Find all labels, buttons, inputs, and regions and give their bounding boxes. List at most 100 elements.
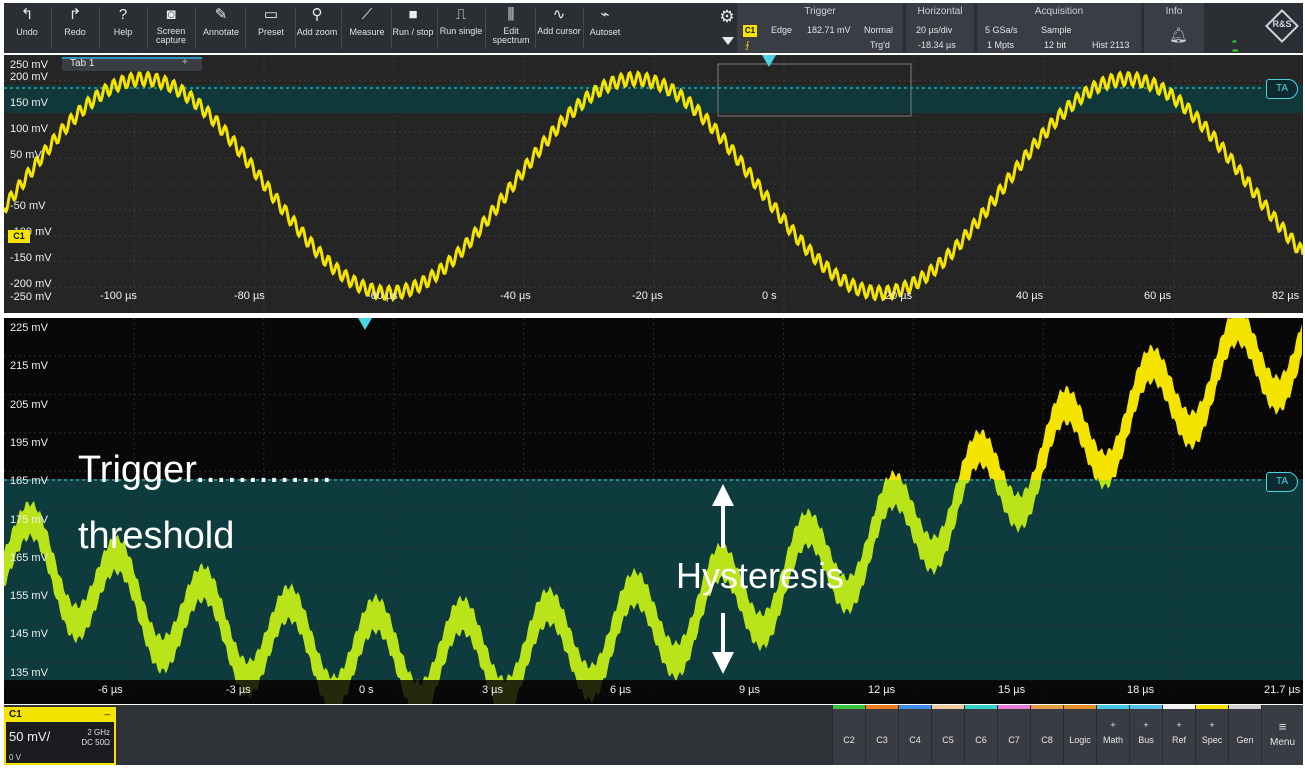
channel-c1-header: C1 _ (6, 705, 114, 722)
add-icon: + (1143, 720, 1149, 730)
acquisition-header: Acquisition (1034, 6, 1084, 17)
channel-button-bus[interactable]: + Bus (1129, 705, 1162, 765)
channel-color-bar (833, 705, 865, 709)
zoom-x-tick-label: -6 µs (98, 684, 123, 696)
help-icon: ? (118, 6, 128, 23)
edit-spectrum-button[interactable]: ⫼ Edit spectrum (488, 3, 534, 53)
channel-button-label: Spec (1201, 735, 1223, 745)
toolbar-button-label: Run single (439, 26, 483, 36)
undo-button[interactable]: ↰ Undo (4, 3, 50, 53)
trigger-state: Trg'd (870, 40, 890, 50)
screen-capture-button[interactable]: ◙ Screen capture (148, 3, 194, 53)
channel-button-c3[interactable]: C3 (865, 705, 898, 765)
channel-button-c6[interactable]: C6 (964, 705, 997, 765)
acquisition-bits: 12 bit (1044, 40, 1067, 50)
zoom-trigger-position-marker (358, 318, 372, 330)
measure-button[interactable]: ⟋ Measure (344, 3, 390, 53)
zoom-x-tick-label: 0 s (359, 684, 374, 696)
channel-button-math[interactable]: + Math (1096, 705, 1129, 765)
overview-diagram[interactable]: Tab 1 + 250 mV 200 mV 150 mV 100 mV 50 mV -50… (4, 55, 1303, 313)
preset-button[interactable]: ▭ Preset (248, 3, 294, 53)
run-stop-button[interactable]: ■ Run / stop (390, 3, 436, 53)
channel-bandwidth-block: 2 GHz DC 50Ω (81, 728, 110, 748)
overview-x-tick-label: -60 µs (367, 290, 398, 302)
channel-color-bar (1031, 705, 1063, 709)
annotate-button[interactable]: ✎ Annotate (198, 3, 244, 53)
settings-gear-icon[interactable]: ⚙ (716, 7, 738, 27)
trigger-level-flag[interactable]: TA (1266, 79, 1298, 99)
zoom-y-tick-label: 225 mV (10, 322, 48, 334)
add-cursor-button[interactable]: ∿ Add cursor (536, 3, 582, 53)
redo-button[interactable]: ↱ Redo (52, 3, 98, 53)
rs-logo-text: R&S (1272, 19, 1292, 29)
channel-button-logic[interactable]: Logic (1063, 705, 1096, 765)
overview-x-tick-label: 0 s (762, 290, 777, 302)
add-tab-button[interactable]: + (182, 57, 188, 68)
channel-button-gen[interactable]: Gen (1228, 705, 1261, 765)
channel-button-label: C4 (909, 735, 921, 745)
channel-button-label: Math (1102, 735, 1123, 745)
channel-button-spec[interactable]: + Spec (1195, 705, 1228, 765)
camera-icon: ◙ (166, 6, 176, 23)
zoom-x-tick-label: 18 µs (1127, 684, 1155, 696)
tab-1-label: Tab 1 (70, 58, 95, 69)
toolbar-button-label: Add cursor (537, 26, 581, 36)
help-button[interactable]: ? Help (100, 3, 146, 53)
channel-color-bar (932, 705, 964, 709)
toolbar-button-label: Undo (16, 27, 38, 37)
toolbar-separator (195, 7, 196, 49)
channel-color-bar (965, 705, 997, 709)
spectrum-icon: ⫼ (507, 6, 515, 23)
bell-icon[interactable]: 🔔︎ (1169, 26, 1188, 44)
channel-button-c8[interactable]: C8 (1030, 705, 1063, 765)
autoset-button[interactable]: ⌁ Autoset (582, 3, 628, 53)
overview-x-tick-label: -100 µs (100, 290, 137, 302)
info-header: Info (1165, 6, 1183, 17)
menu-icon: ≡ (1278, 719, 1287, 734)
dropdown-arrow-icon[interactable] (722, 37, 734, 45)
add-icon: + (1209, 720, 1215, 730)
channel-button-c5[interactable]: C5 (931, 705, 964, 765)
channel-button-c2[interactable]: C2 (832, 705, 865, 765)
ruler-icon: ⟋ (361, 6, 373, 23)
zoom-y-tick-label: 185 mV (10, 475, 48, 488)
trigger-type: Edge (771, 25, 793, 35)
zoom-x-tick-label: 12 µs (868, 684, 896, 696)
channel-c1-box[interactable]: C1 _ 50 mV/ 2 GHz DC 50Ω 0 V (4, 705, 116, 765)
channel-color-bar (1130, 705, 1162, 709)
channel-button-menu[interactable]: ≡ Menu (1261, 705, 1303, 765)
zoom-y-tick-label: 175 mV (10, 513, 48, 526)
trigger-source-badge: C1 (743, 25, 757, 37)
annotation-hysteresis: Hysteresis (676, 555, 845, 596)
channel-name: C1 (9, 709, 22, 720)
add-zoom-button[interactable]: ⚲ Add zoom (294, 3, 340, 53)
channel-button-ref[interactable]: + Ref (1162, 705, 1195, 765)
run-single-icon: ⎍ (455, 6, 467, 23)
pencil-icon: ✎ (214, 6, 228, 23)
channel-c1-marker[interactable]: C1 (8, 230, 30, 243)
toolbar-button-label: Annotate (202, 27, 240, 37)
zoom-x-tick-label: 21.7 µs (1264, 684, 1301, 696)
minimize-button[interactable]: _ (104, 705, 110, 716)
toolbar-button-label: Run / stop (392, 27, 434, 37)
zoom-x-tick-label: 9 µs (739, 684, 761, 696)
channel-button-label: C5 (942, 735, 954, 745)
channel-button-c7[interactable]: C7 (997, 705, 1030, 765)
overview-x-tick-label: -80 µs (234, 290, 265, 302)
channel-button-label: Gen (1236, 735, 1254, 745)
cursor-icon: ∿ (552, 6, 566, 23)
zoom-diagram[interactable]: 225 mV 215 mV 205 mV 195 mV 185 mV 175 mV 165 … (4, 318, 1303, 704)
status-dots-icon: ▪▪ ▪▪▪ (1232, 37, 1238, 55)
overview-x-tick-label: -20 µs (632, 290, 663, 302)
channel-color-bar (899, 705, 931, 709)
channel-button-c4[interactable]: C4 (898, 705, 931, 765)
zoom-trigger-level-flag[interactable]: TA (1266, 472, 1298, 492)
channel-button-label: C2 (843, 735, 855, 745)
run-single-button[interactable]: ⎍ Run single (438, 3, 484, 53)
toolbar-separator (485, 7, 486, 49)
channel-color-bar (1163, 705, 1195, 709)
channel-color-bar (1229, 705, 1261, 709)
zoom-y-tick-label: 215 mV (10, 360, 48, 373)
stop-icon: ■ (408, 6, 418, 23)
channel-bandwidth: 2 GHz (87, 728, 110, 737)
